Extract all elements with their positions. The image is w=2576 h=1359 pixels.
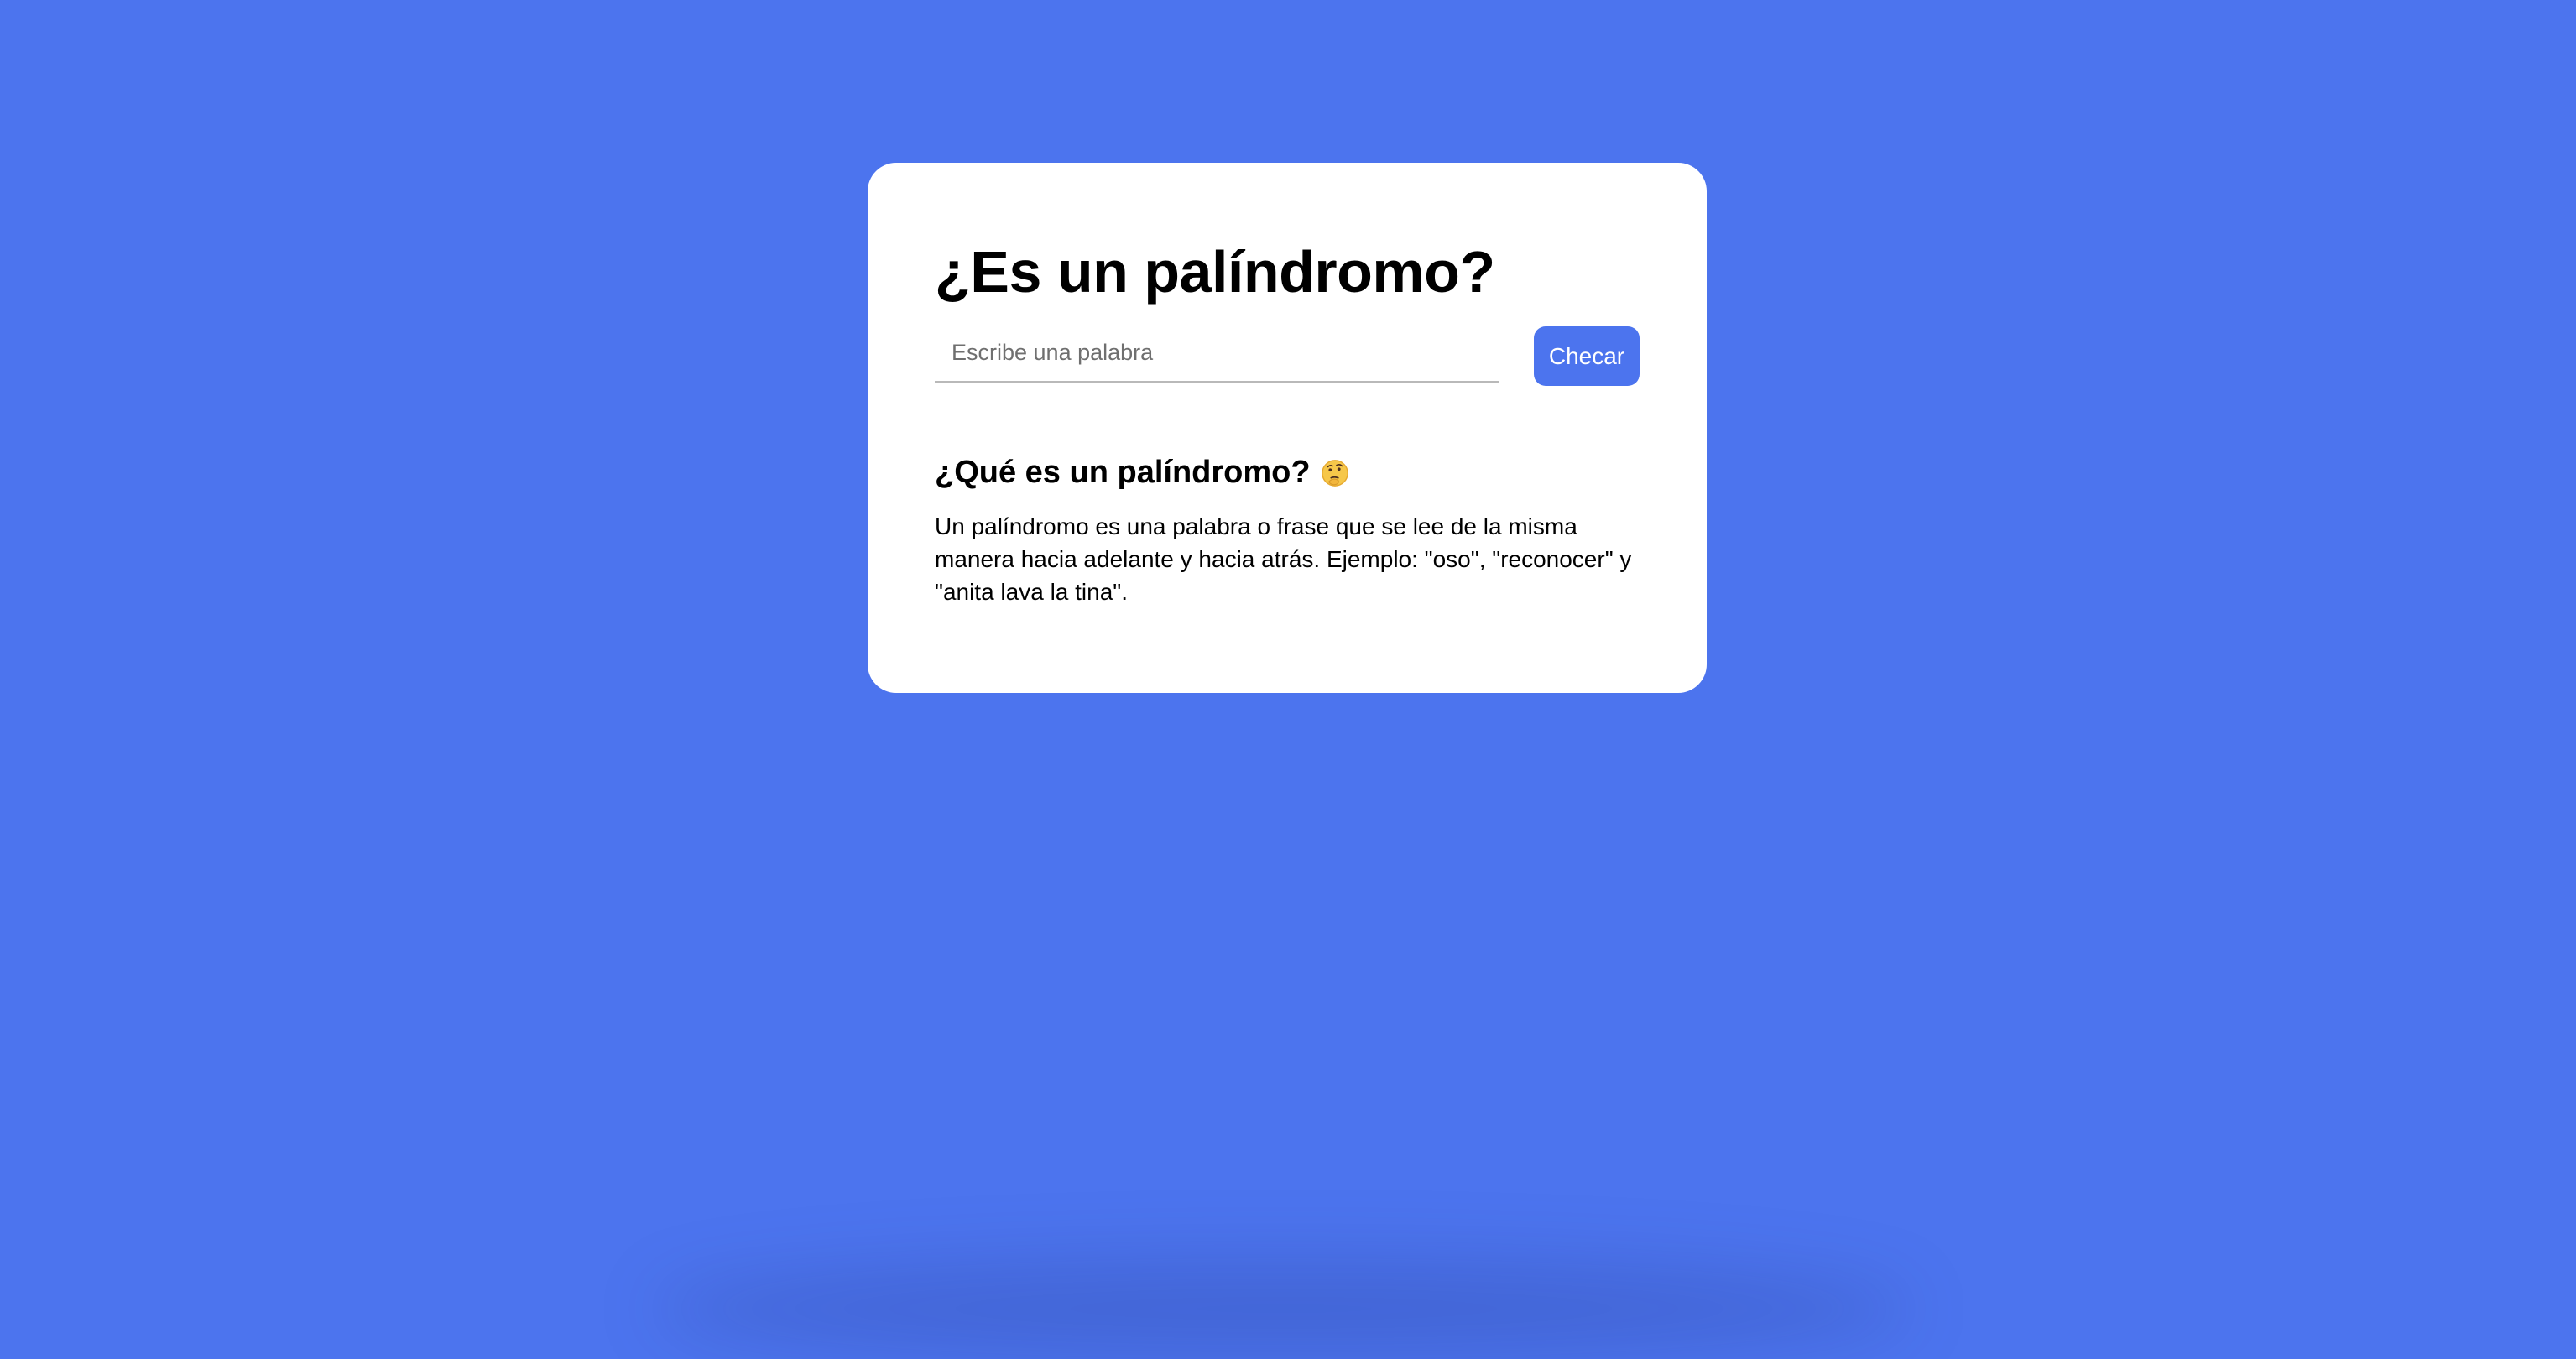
thinking-face-icon xyxy=(1321,459,1349,487)
word-input-container xyxy=(935,325,1499,383)
check-button[interactable]: Checar xyxy=(1534,326,1640,386)
page-shadow xyxy=(654,1258,1913,1359)
info-heading: ¿Qué es un palíndromo? xyxy=(935,455,1349,491)
palindrome-card: ¿Es un palíndromo? Checar ¿Qué es un pal… xyxy=(868,163,1707,693)
page-title: ¿Es un palíndromo? xyxy=(935,239,1495,305)
word-input[interactable] xyxy=(935,325,1499,381)
info-heading-text: ¿Qué es un palíndromo? xyxy=(935,455,1311,490)
info-description: Un palíndromo es una palabra o frase que… xyxy=(935,513,1632,605)
